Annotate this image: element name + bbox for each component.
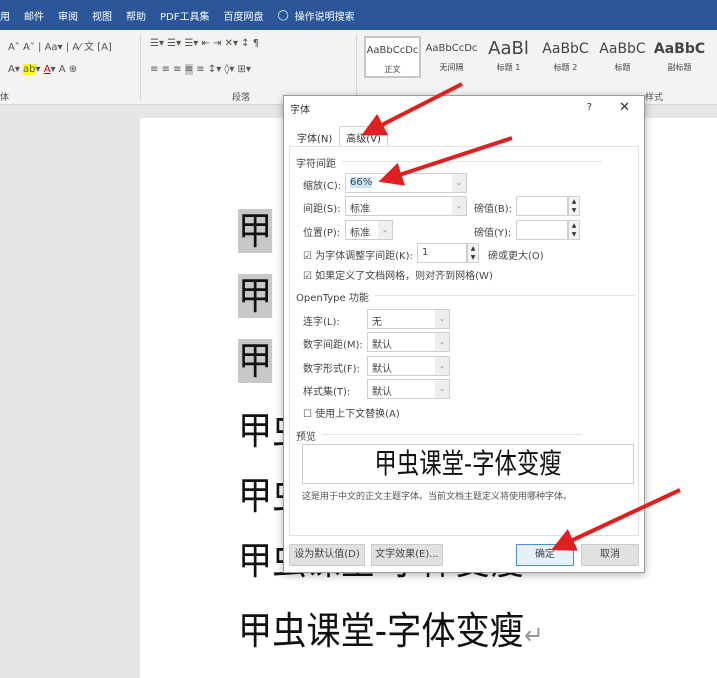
spacing-section: 字符间距 [296, 155, 602, 170]
text-effects-button[interactable]: 文字效果(E)... [371, 544, 443, 566]
font-tools-row1[interactable]: A˄ A˅ | Aa▾ | A⁄ 文 [A] [8, 38, 112, 53]
close-button[interactable]: ✕ [619, 100, 630, 115]
scale-select[interactable]: 66% ⌄ [345, 173, 467, 193]
doc-line[interactable]: 甲 [238, 265, 273, 320]
ligatures-select[interactable]: 无 ⌄ [367, 309, 450, 329]
menu-tab-pdf[interactable]: PDF工具集 [160, 8, 209, 23]
doc-line[interactable]: 甲 [238, 330, 273, 385]
tell-me-search[interactable]: 操作说明搜索 [295, 8, 355, 23]
tab-advanced[interactable]: 高级(V) [339, 126, 388, 146]
position-pt-input[interactable] [516, 220, 568, 240]
menu-tab-view[interactable]: 视图 [92, 8, 112, 23]
font-tools-row2[interactable]: A▾ ab▾ A▾ A ⊕ [8, 64, 77, 75]
divider [140, 34, 141, 100]
chevron-down-icon: ⌄ [435, 357, 449, 375]
preview-section: 预览 [296, 428, 582, 443]
contextual-checkbox[interactable]: ☐ 使用上下文替换(A) [303, 405, 400, 420]
ok-button[interactable]: 确定 [516, 544, 574, 566]
num-spacing-select[interactable]: 默认 ⌄ [367, 332, 450, 352]
style-title[interactable]: AaBbC 标题 [594, 36, 651, 78]
paragraph-mark: ↵ [523, 621, 544, 651]
scale-label: 缩放(C): [303, 181, 342, 192]
chevron-down-icon: ⌄ [435, 310, 449, 328]
chevron-down-icon: ⌄ [378, 221, 392, 239]
spacing-pt-spinner[interactable]: ▲ ▼ [568, 196, 580, 216]
spacing-pt-label: 磅值(B): [474, 204, 513, 215]
opentype-section: OpenType 功能 [296, 289, 635, 304]
preview-description: 这是用于中文的正文主题字体。当前文档主题定义将使用哪种字体。 [302, 492, 573, 502]
cancel-button[interactable]: 取消 [581, 544, 639, 566]
stylistic-select[interactable]: 默认 ⌄ [367, 379, 450, 399]
position-label: 位置(P): [303, 228, 341, 239]
help-button[interactable]: ? [587, 102, 592, 113]
chevron-down-icon: ⌄ [435, 380, 449, 398]
preview-box: 甲虫课堂-字体变瘦 [302, 444, 634, 484]
menu-tab-review[interactable]: 审阅 [58, 8, 78, 23]
lightbulb-icon: ◯ [277, 9, 289, 21]
chevron-down-icon: ⌄ [452, 197, 466, 215]
ligatures-label: 连字(L): [303, 317, 340, 328]
kerning-checkbox[interactable]: ☑ 为字体调整字间距(K): [303, 247, 413, 262]
style-heading1[interactable]: AaBl 标题 1 [480, 36, 537, 78]
num-forms-label: 数字形式(F): [303, 364, 360, 375]
spacing-select[interactable]: 标准 ⌄ [345, 196, 467, 216]
styles-group-label: 样式 [645, 93, 664, 103]
menu-tab-use[interactable]: 用 [0, 8, 10, 23]
doc-line[interactable]: 甲虫课堂-字体变瘦↵ [238, 600, 544, 655]
snap-grid-checkbox[interactable]: ☑ 如果定义了文档网格，则对齐到网格(W) [303, 267, 493, 282]
divider [356, 34, 357, 100]
menu-tab-help[interactable]: 帮助 [126, 8, 146, 23]
position-pt-label: 磅值(Y): [474, 228, 512, 239]
chevron-down-icon: ⌄ [435, 333, 449, 351]
position-pt-spinner[interactable]: ▲ ▼ [568, 220, 580, 240]
stylistic-label: 样式集(T): [303, 387, 351, 398]
font-dialog: 字体 ? ✕ 字体(N) 高级(V) 字符间距 缩放(C): 66% ⌄ 间距(S… [283, 95, 645, 573]
num-spacing-label: 数字间距(M): [303, 340, 363, 351]
kerning-input[interactable]: 1 [417, 243, 467, 263]
chevron-down-icon: ⌄ [452, 174, 466, 192]
font-group-label: 体 [0, 93, 10, 103]
kerning-spinner[interactable]: ▲ ▼ [467, 243, 479, 263]
doc-line[interactable]: 甲 [238, 200, 273, 255]
tab-font[interactable]: 字体(N) [290, 126, 339, 146]
kerning-suffix: 磅或更大(O) [488, 251, 544, 262]
menu-bar: 用 邮件 审阅 视图 帮助 PDF工具集 百度网盘 ◯ 操作说明搜索 [0, 0, 717, 30]
style-subtitle[interactable]: AaBbC 副标题 [651, 36, 708, 78]
menu-tab-mail[interactable]: 邮件 [24, 8, 44, 23]
set-default-button[interactable]: 设为默认值(D) [289, 544, 365, 566]
style-no-spacing[interactable]: AaBbCcDc 无间隔 [423, 36, 480, 78]
spacing-label: 间距(S): [303, 204, 341, 215]
style-heading2[interactable]: AaBbC 标题 2 [537, 36, 594, 78]
paragraph-group-label: 段落 [232, 93, 251, 103]
position-select[interactable]: 标准 ⌄ [345, 220, 393, 240]
paragraph-tools-row2[interactable]: ≡ ≡ ≡ ≡ ≡ ↕▾ ◊▾ ⊞▾ [150, 64, 251, 75]
paragraph-tools-row1[interactable]: ☰▾ ☰▾ ☰▾ ⇤ ⇥ ✕▾ ↕ ¶ [150, 38, 259, 49]
style-normal[interactable]: AaBbCcDc 正文 [364, 36, 421, 78]
num-forms-select[interactable]: 默认 ⌄ [367, 356, 450, 376]
menu-tab-baidu[interactable]: 百度网盘 [223, 8, 263, 23]
ribbon: A˄ A˅ | Aa▾ | A⁄ 文 [A] A▾ ab▾ A▾ A ⊕ 体 ☰… [0, 30, 717, 105]
spacing-pt-input[interactable] [516, 196, 568, 216]
